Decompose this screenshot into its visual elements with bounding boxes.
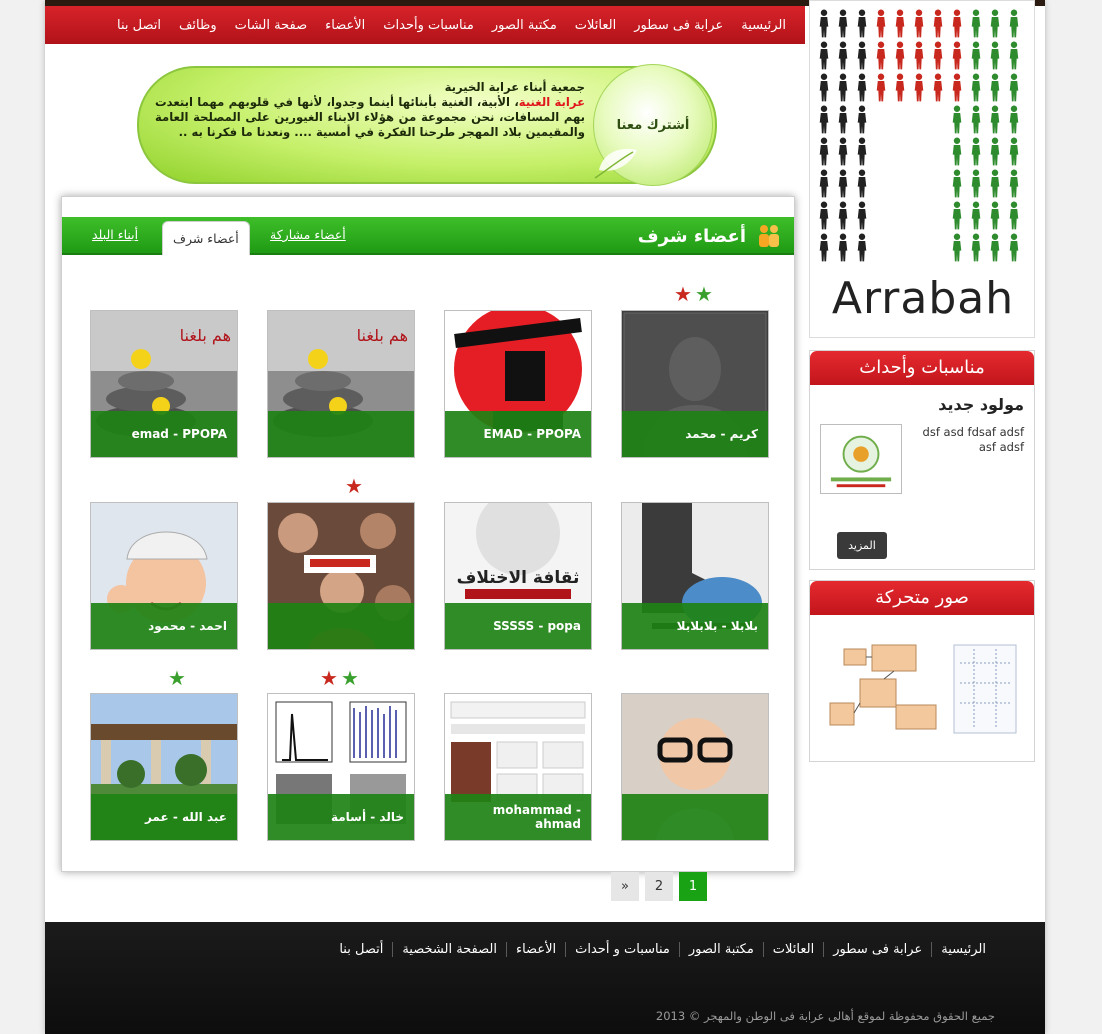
member-name: خالد - أسامة [268,794,414,840]
member-name: عبد الله - عمر [91,794,237,840]
join-label: أشترك معنا [616,117,690,133]
people-icon [759,225,779,247]
gallery-box-title: صور متحركة [810,581,1034,615]
leaf-icon [594,148,637,179]
member-name: emad - PPOPA [91,411,237,457]
member-card[interactable]: هم بلغنا emad - PPOPA [90,310,238,458]
green-star-icon: ★ [694,282,713,306]
nav-events[interactable]: مناسبات وأحداث [374,18,483,33]
footer-link-home[interactable]: الرئيسية [931,942,995,957]
site-logo[interactable]: Arrabah [809,0,1035,338]
pagination-page-2[interactable]: 2 [645,872,673,901]
logo-text: Arrabah [831,273,1015,324]
nav-home[interactable]: الرئيسية [732,18,795,33]
red-star-icon: ★ [674,282,692,306]
member-name: SSSSS - popa [445,603,591,649]
nav-photo-library[interactable]: مكتبة الصور [483,18,566,33]
member-stars: ★ [345,475,363,497]
banner-text: جمعية أبناء عرابة الخيرية عرابة الغنية، … [155,80,585,140]
footer: الرئيسية عرابة فى سطور العائلات مكتبة ال… [45,922,1045,1034]
member-card[interactable]: mohammad - ahmad [444,693,592,841]
main-nav: الرئيسية عرابة فى سطور العائلات مكتبة ال… [45,6,805,44]
footer-nav: الرئيسية عرابة فى سطور العائلات مكتبة ال… [330,942,995,957]
page-wrapper: الرئيسية عرابة فى سطور العائلات مكتبة ال… [45,0,1045,1034]
member-name [268,411,414,457]
member-stars: ★ ★ [674,283,713,305]
member-card[interactable] [267,502,415,650]
members-panel: أعضاء شرف أعضاء مشاركة أعضاء شرف أبناء ا… [61,196,795,872]
footer-link-about[interactable]: عرابة فى سطور [823,942,931,957]
member-card[interactable]: EMAD - PPOPA [444,310,592,458]
footer-link-profile[interactable]: الصفحة الشخصية [392,942,506,957]
join-banner[interactable]: أشترك معنا جمعية أبناء عرابة الخيرية عرا… [137,64,717,186]
member-name: بلابلا - بلابلابلا [622,603,768,649]
pagination: » 2 1 [611,872,707,901]
tab-honorary-members[interactable]: أعضاء شرف [162,221,250,255]
nav-chat[interactable]: صفحة الشات [226,18,316,33]
svg-text:هم بلغنا: هم بلغنا [180,326,231,345]
more-button[interactable]: المزيد [837,532,887,559]
green-star-icon: ★ [340,666,359,690]
tab-town-members[interactable]: أبناء البلد [92,227,138,242]
member-stars: ★ [168,667,186,689]
people-crowd-logo-icon [819,9,1019,262]
nav-about[interactable]: عرابة فى سطور [625,18,732,33]
red-star-icon: ★ [345,474,363,498]
member-name: احمد - محمود [91,603,237,649]
member-name: EMAD - PPOPA [445,411,591,457]
gallery-box: صور متحركة [809,580,1035,762]
nav-contact[interactable]: اتصل بنا [108,18,170,33]
tab-participating-members[interactable]: أعضاء مشاركة [270,227,346,242]
member-card[interactable]: هم بلغنا [267,310,415,458]
event-thumbnail[interactable] [820,424,902,494]
event-description: dsf asd fdsaf adsf asf adsf [922,425,1024,454]
member-name: كريم - محمد [622,411,768,457]
member-name [268,603,414,649]
gallery-image[interactable] [824,643,1020,737]
nav-jobs[interactable]: وظائف [170,18,226,33]
member-name [622,794,768,840]
members-panel-title: أعضاء شرف [637,226,746,247]
member-card[interactable]: بلابلا - بلابلابلا [621,502,769,650]
banner-line1: جمعية أبناء عرابة الخيرية [444,80,585,94]
member-card[interactable]: احمد - محمود [90,502,238,650]
pagination-page-1[interactable]: 1 [679,872,707,901]
footer-link-photo-library[interactable]: مكتبة الصور [678,942,763,957]
events-box-title: مناسبات وأحداث [810,351,1034,385]
members-tabbar: أعضاء شرف أعضاء مشاركة أعضاء شرف أبناء ا… [62,217,794,255]
event-title[interactable]: مولود جديد [938,395,1024,414]
pagination-next[interactable]: » [611,872,639,901]
footer-link-families[interactable]: العائلات [762,942,823,957]
nav-families[interactable]: العائلات [566,18,625,33]
events-box: مناسبات وأحداث مولود جديد dsf asd fdsaf … [809,350,1035,570]
svg-text:هم بلغنا: هم بلغنا [357,326,408,345]
footer-link-members[interactable]: الأعضاء [505,942,565,957]
member-card[interactable]: عبد الله - عمر [90,693,238,841]
member-card[interactable]: ثقافة الاختلاف SSSSS - popa [444,502,592,650]
svg-text:ثقافة الاختلاف: ثقافة الاختلاف [457,568,580,588]
member-card[interactable]: كريم - محمد [621,310,769,458]
green-star-icon: ★ [168,666,186,690]
member-stars: ★ ★ [320,667,359,689]
member-card[interactable]: خالد - أسامة [267,693,415,841]
red-star-icon: ★ [320,666,338,690]
nav-members[interactable]: الأعضاء [316,18,374,33]
member-card[interactable] [621,693,769,841]
footer-link-events[interactable]: مناسبات و أحداث [565,942,679,957]
footer-link-contact[interactable]: أتصل بنا [330,942,392,957]
copyright-text: جميع الحقوق محفوظة لموقع أهالى عرابة فى … [655,1009,995,1023]
banner-highlight: عرابة الغنية [518,95,585,109]
member-name: mohammad - ahmad [445,794,591,840]
